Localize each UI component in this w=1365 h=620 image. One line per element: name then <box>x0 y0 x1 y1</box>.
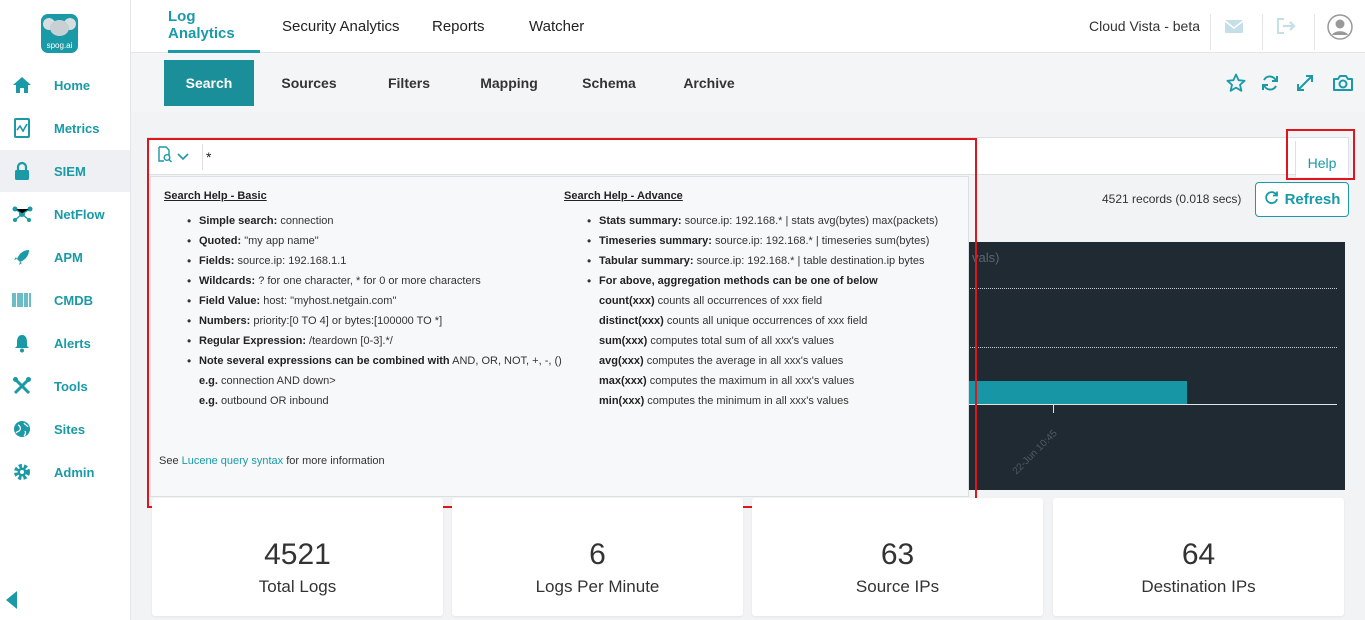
divider <box>1314 14 1315 50</box>
records-count: 4521 records (0.018 secs) <box>1102 192 1242 206</box>
sidebar-item-label: Metrics <box>54 120 100 136</box>
x-tick-label: 22-Jun 10:45 <box>1010 427 1060 478</box>
tab-reports[interactable]: Reports <box>432 0 485 53</box>
x-axis-tick <box>1053 404 1054 413</box>
sidebar-item-label: CMDB <box>54 292 93 308</box>
refresh-label: Refresh <box>1284 191 1341 208</box>
tab-filters[interactable]: Filters <box>376 60 442 106</box>
globe-icon <box>11 418 33 440</box>
tab-security-analytics[interactable]: Security Analytics <box>282 0 400 53</box>
divider <box>1210 14 1211 50</box>
tab-schema[interactable]: Schema <box>574 60 644 106</box>
tab-mapping[interactable]: Mapping <box>469 60 549 106</box>
tab-search[interactable]: Search <box>164 60 254 106</box>
stat-card-destination-ips: 64 Destination IPs <box>1053 498 1344 616</box>
popup-highlight-outline <box>147 138 977 508</box>
brand-label: Cloud Vista - beta <box>1088 18 1200 34</box>
rocket-icon <box>11 246 33 268</box>
sidebar-item-apm[interactable]: APM <box>0 236 130 278</box>
gear-icon <box>11 461 33 483</box>
stat-label: Logs Per Minute <box>535 577 660 596</box>
stat-label: Total Logs <box>258 577 337 596</box>
star-icon[interactable] <box>1224 71 1248 95</box>
refresh-icon <box>1264 190 1279 209</box>
stat-label: Source IPs <box>855 577 940 596</box>
sidebar-item-home[interactable]: Home <box>0 64 130 106</box>
stat-value: 6 <box>589 538 606 571</box>
sidebar-item-label: Admin <box>54 464 95 480</box>
histogram-chart: vals) 22-Jun 10:45 <box>968 242 1345 490</box>
stat-card-total-logs: 4521 Total Logs <box>152 498 443 616</box>
sidebar-item-label: Tools <box>54 378 88 394</box>
sidebar-item-admin[interactable]: Admin <box>0 451 130 493</box>
stat-value: 63 <box>880 538 915 571</box>
sidebar-item-label: NetFlow <box>54 206 105 222</box>
sidebar-item-label: Home <box>54 77 91 93</box>
sidebar-item-label: APM <box>54 249 83 265</box>
sidebar-item-alerts[interactable]: Alerts <box>0 322 130 364</box>
logo-text: spog.ai <box>46 41 73 50</box>
gridline <box>968 288 1337 289</box>
refresh-button[interactable]: Refresh <box>1255 182 1349 217</box>
sidebar-item-sites[interactable]: Sites <box>0 408 130 450</box>
stat-card-source-ips: 63 Source IPs <box>752 498 1043 616</box>
top-nav: Log Analytics Security Analytics Reports… <box>131 0 1365 53</box>
tab-sources[interactable]: Sources <box>271 60 347 106</box>
logout-icon[interactable] <box>1274 14 1298 38</box>
sidebar-item-label: SIEM <box>54 163 86 179</box>
sidebar-item-label: Alerts <box>54 335 91 351</box>
stat-card-logs-per-minute: 6 Logs Per Minute <box>452 498 743 616</box>
sub-nav: Search Sources Filters Mapping Schema Ar… <box>131 53 1365 112</box>
gridline <box>968 347 1337 348</box>
tools-icon <box>11 375 33 397</box>
help-highlight-outline <box>1286 129 1355 180</box>
metrics-icon <box>11 117 33 139</box>
stat-value: 64 <box>1181 538 1216 571</box>
stat-label: Destination IPs <box>1141 577 1256 596</box>
tab-log-analytics[interactable]: Log Analytics <box>168 0 260 53</box>
divider <box>1262 14 1263 50</box>
sidebar-item-tools[interactable]: Tools <box>0 365 130 407</box>
collapse-sidebar-icon[interactable] <box>6 591 17 609</box>
barcode-icon <box>11 289 33 311</box>
logo-face <box>50 20 69 36</box>
x-axis <box>968 404 1337 405</box>
logo[interactable]: spog.ai <box>41 14 78 53</box>
sidebar: spog.ai Home Metrics SIEM NetFlow APM CM… <box>0 0 131 620</box>
sidebar-item-siem[interactable]: SIEM <box>0 150 130 192</box>
avatar[interactable] <box>1327 14 1353 40</box>
tab-watcher[interactable]: Watcher <box>529 0 584 53</box>
lock-icon <box>11 160 33 182</box>
tab-archive[interactable]: Archive <box>674 60 744 106</box>
netflow-icon <box>11 203 33 225</box>
sync-icon[interactable] <box>1258 71 1282 95</box>
sidebar-item-cmdb[interactable]: CMDB <box>0 279 130 321</box>
home-icon <box>11 74 33 96</box>
camera-icon[interactable] <box>1331 71 1355 95</box>
mail-icon[interactable] <box>1222 14 1246 38</box>
bell-icon <box>11 332 33 354</box>
expand-icon[interactable] <box>1293 71 1317 95</box>
sidebar-item-netflow[interactable]: NetFlow <box>0 193 130 235</box>
chart-bar[interactable] <box>968 381 1187 404</box>
stat-value: 4521 <box>264 538 331 571</box>
sidebar-item-metrics[interactable]: Metrics <box>0 107 130 149</box>
sidebar-item-label: Sites <box>54 421 86 437</box>
